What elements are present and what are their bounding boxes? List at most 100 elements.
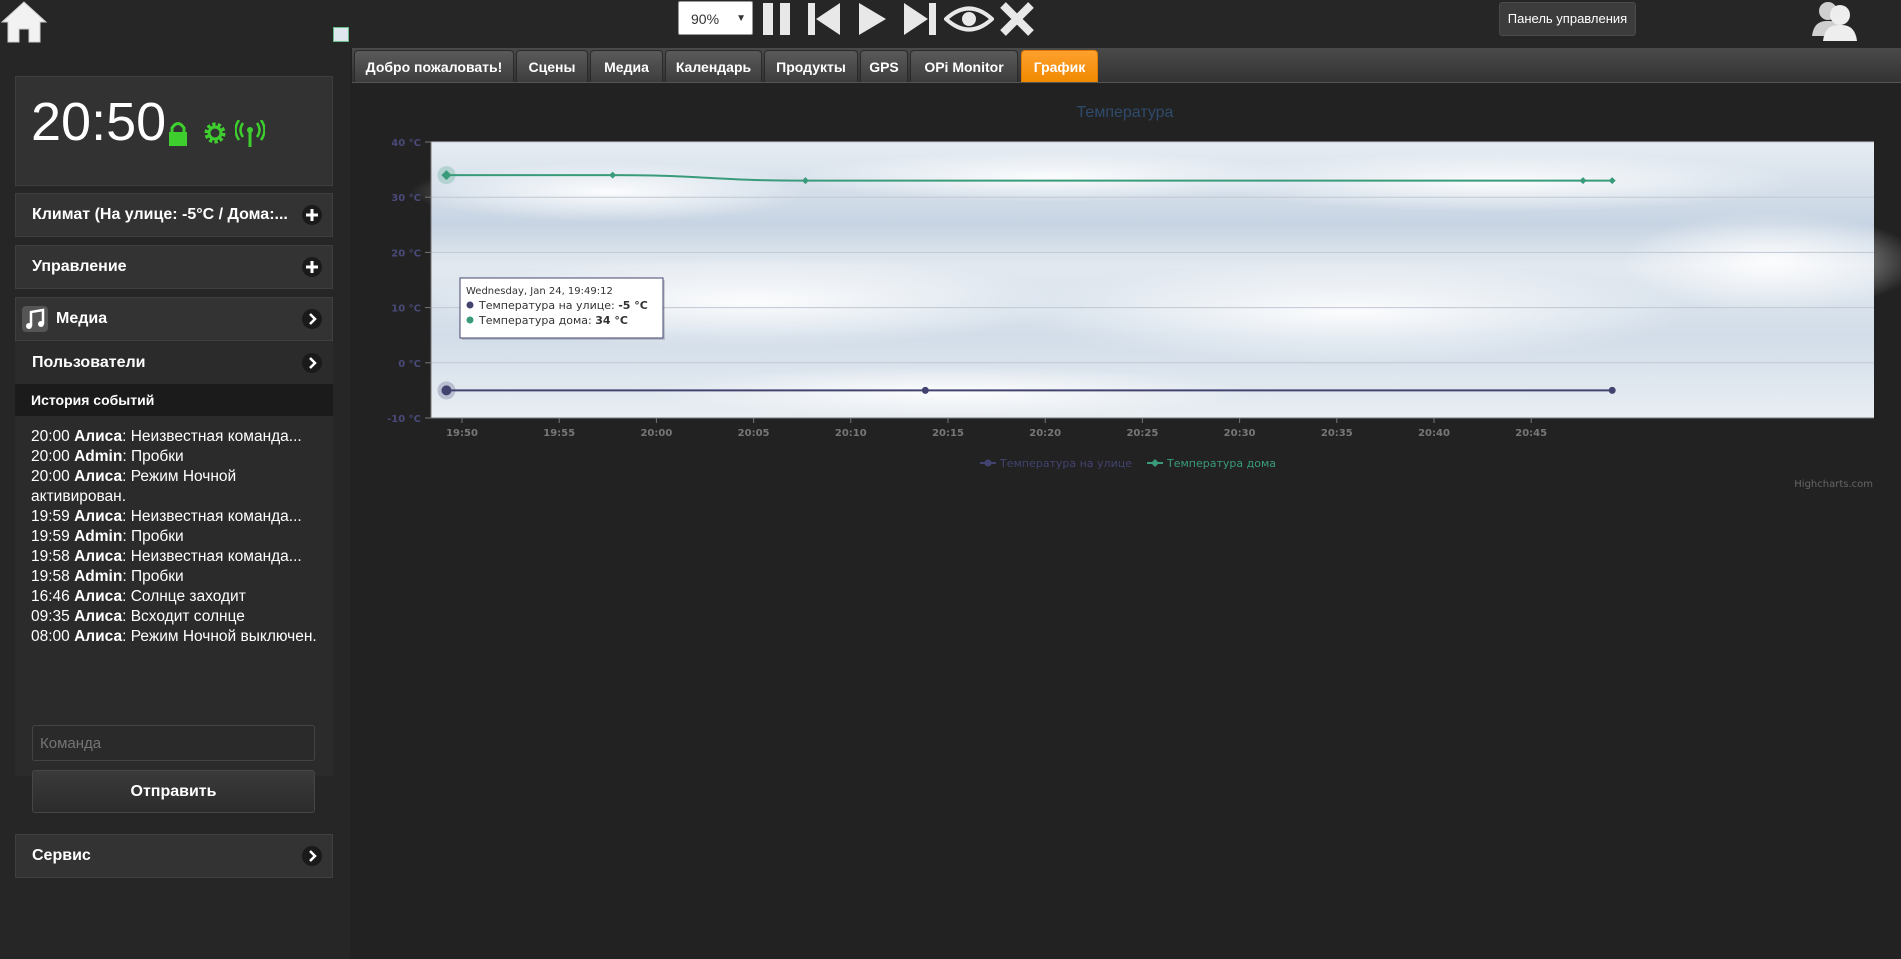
x-tick-label: 20:40 <box>1418 428 1450 439</box>
history-text: : Солнце заходит <box>122 588 246 605</box>
tab-welcome[interactable]: Добро пожаловать! <box>354 50 514 82</box>
lock-icon[interactable] <box>166 120 190 153</box>
zoom-select[interactable]: 90% ▼ <box>678 1 753 35</box>
chevron-right-icon[interactable] <box>302 309 322 329</box>
history-text: : Неизвестная команда... <box>122 508 302 525</box>
zoom-value: 90% <box>691 11 720 27</box>
history-item: 20:00 Алиса: Режим Ночной активирован. <box>31 467 331 507</box>
chart-credits[interactable]: Highcharts.com <box>1794 479 1873 490</box>
x-tick-label: 20:05 <box>738 428 770 439</box>
event-history: 20:00 Алиса: Неизвестная команда... 20:00… <box>15 416 333 776</box>
history-user: Алиса <box>74 548 123 565</box>
history-text: : Режим Ночной выключен. <box>122 628 317 645</box>
climate-label: Климат (На улице: -5°C / Дома:... <box>32 206 288 223</box>
x-tick-label: 19:50 <box>446 428 478 439</box>
x-tick-label: 20:35 <box>1321 428 1353 439</box>
tooltip-line: Температура дома: 34 °C <box>478 314 628 327</box>
y-tick-label: 20 °C <box>391 248 421 259</box>
legend-symbol-point[interactable] <box>1151 459 1159 467</box>
y-tick-label: 0 °C <box>398 359 421 370</box>
history-time: 20:00 <box>31 468 70 485</box>
media-section[interactable]: Медиа <box>15 297 333 341</box>
history-title: История событий <box>15 384 333 416</box>
music-note-icon <box>22 306 48 332</box>
tooltip-bullet <box>466 316 474 324</box>
eye-icon[interactable] <box>943 0 995 38</box>
tooltip-header: Wednesday, Jan 24, 19:49:12 <box>466 286 613 297</box>
language-flag-icon[interactable] <box>333 27 349 42</box>
history-item: 16:46 Алиса: Солнце заходит <box>31 587 331 607</box>
previous-track-button[interactable] <box>806 0 842 38</box>
history-user: Алиса <box>74 428 123 445</box>
history-user: Алиса <box>74 588 123 605</box>
history-item: 08:00 Алиса: Режим Ночной выключен. <box>31 627 331 647</box>
history-user: Admin <box>74 568 123 585</box>
users-label: Пользователи <box>32 354 146 371</box>
x-axis: 19:50 19:55 20:00 20:05 20:10 20:15 20:20 20:25… <box>431 417 1874 439</box>
next-track-button[interactable] <box>902 0 938 38</box>
tab-gps[interactable]: GPS <box>860 50 908 82</box>
close-icon[interactable] <box>998 0 1036 38</box>
tooltip-value: 34 °C <box>595 314 628 327</box>
service-section[interactable]: Сервис <box>15 834 333 878</box>
data-point[interactable] <box>1608 386 1616 394</box>
history-item: 09:35 Алиса: Всходит солнце <box>31 607 331 627</box>
chevron-right-icon[interactable] <box>302 353 322 373</box>
clock: 20:50 <box>31 92 167 152</box>
command-input[interactable] <box>32 725 315 761</box>
history-time: 16:46 <box>31 588 70 605</box>
gear-icon[interactable] <box>202 120 228 151</box>
control-label: Управление <box>32 258 127 275</box>
tab-media[interactable]: Медиа <box>590 50 663 82</box>
legend-symbol-point[interactable] <box>984 459 992 467</box>
send-button[interactable]: Отправить <box>32 770 315 813</box>
x-tick-label: 20:00 <box>640 428 672 439</box>
control-panel-button[interactable]: Панель управления <box>1499 2 1636 36</box>
tab-opi-monitor[interactable]: OPi Monitor <box>910 50 1018 82</box>
user-icon[interactable] <box>1808 0 1860 42</box>
tooltip-label: Температура на улице: <box>478 299 618 312</box>
history-time: 20:00 <box>31 428 70 445</box>
tooltip-label: Температура дома: <box>478 314 595 327</box>
home-icon[interactable] <box>0 0 48 44</box>
history-time: 09:35 <box>31 608 70 625</box>
plus-icon[interactable] <box>302 257 322 277</box>
x-tick-label: 20:20 <box>1029 428 1061 439</box>
tab-calendar[interactable]: Календарь <box>665 50 762 82</box>
chevron-down-icon: ▼ <box>736 13 746 24</box>
plus-icon[interactable] <box>302 205 322 225</box>
x-tick-label: 20:45 <box>1515 428 1547 439</box>
x-tick-label: 20:15 <box>932 428 964 439</box>
history-user: Admin <box>74 528 123 545</box>
control-section[interactable]: Управление <box>15 245 333 289</box>
x-tick-label: 19:55 <box>543 428 575 439</box>
y-tick-label: 40 °C <box>391 138 421 149</box>
history-user: Алиса <box>74 468 123 485</box>
data-point[interactable] <box>441 385 452 396</box>
tab-scenes[interactable]: Сцены <box>516 50 588 82</box>
tab-chart[interactable]: График <box>1021 50 1098 82</box>
legend-item[interactable]: Температура дома <box>1166 457 1276 470</box>
service-label: Сервис <box>32 847 91 864</box>
climate-section[interactable]: Климат (На улице: -5°C / Дома:... <box>15 193 333 237</box>
x-tick-label: 20:25 <box>1126 428 1158 439</box>
top-bar: 90% ▼ Панель управления <box>0 0 1901 48</box>
tab-bar: Добро пожаловать! Сцены Медиа Календарь … <box>352 48 1901 83</box>
tab-products[interactable]: Продукты <box>764 50 858 82</box>
media-label: Медиа <box>56 310 108 327</box>
history-item: 19:58 Алиса: Неизвестная команда... <box>31 547 331 567</box>
wifi-signal-icon[interactable] <box>234 119 266 153</box>
history-time: 19:59 <box>31 528 70 545</box>
legend-item[interactable]: Температура на улице <box>999 457 1132 470</box>
history-user: Алиса <box>74 628 123 645</box>
chevron-right-icon[interactable] <box>302 846 322 866</box>
temperature-chart: Температура -10 °C 0 °C 10 °C 20 °C 30 °C 40 … <box>387 104 1901 490</box>
y-tick-label: -10 °C <box>387 414 421 425</box>
pause-button[interactable] <box>760 0 794 38</box>
play-button[interactable] <box>856 0 888 38</box>
history-item: 20:00 Алиса: Неизвестная команда... <box>31 427 331 447</box>
x-tick-label: 20:30 <box>1224 428 1256 439</box>
data-point[interactable] <box>921 386 929 394</box>
users-section[interactable]: Пользователи <box>15 341 333 384</box>
history-text: : Пробки <box>122 528 184 545</box>
